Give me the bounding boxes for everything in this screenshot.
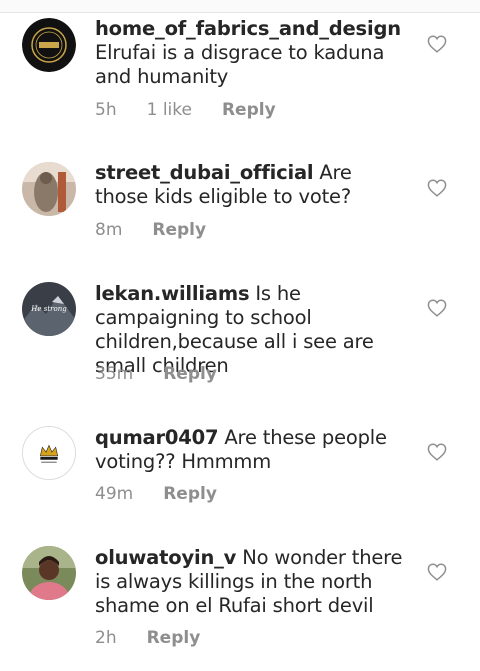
- comment-meta: 2h Reply: [95, 628, 230, 648]
- comment-time: 5h: [95, 100, 117, 120]
- reply-button[interactable]: Reply: [222, 100, 276, 120]
- comment-text: oluwatoyin_v No wonder there is always k…: [95, 546, 410, 618]
- comment-meta: 49m Reply: [95, 484, 247, 504]
- heart-icon[interactable]: [427, 179, 447, 197]
- reply-button[interactable]: Reply: [147, 628, 201, 648]
- comment-meta: 5h 1 like Reply: [95, 100, 306, 120]
- comment-username[interactable]: home_of_fabrics_and_design: [95, 17, 401, 40]
- comment-meta: 8m Reply: [95, 220, 236, 240]
- comment-time: 35m: [95, 364, 134, 384]
- avatar-overlay-text: He strong: [30, 305, 67, 313]
- comment-body: Elrufai is a disgrace to kaduna and huma…: [95, 41, 385, 88]
- comment-username[interactable]: qumar0407: [95, 426, 219, 449]
- comment-username[interactable]: oluwatoyin_v: [95, 546, 236, 569]
- avatar[interactable]: [22, 162, 76, 216]
- mountain-photo-avatar-icon: He strong: [22, 282, 76, 336]
- photo-avatar-icon: [22, 162, 76, 216]
- comment-username[interactable]: lekan.williams: [95, 282, 250, 305]
- comment-text: home_of_fabrics_and_design Elrufai is a …: [95, 17, 410, 89]
- reply-button[interactable]: Reply: [152, 220, 206, 240]
- top-bar: [0, 0, 480, 13]
- comment-time: 2h: [95, 628, 117, 648]
- comment-time: 49m: [95, 484, 134, 504]
- avatar[interactable]: [22, 426, 76, 480]
- person-photo-avatar-icon: [22, 546, 76, 600]
- avatar[interactable]: He strong: [22, 282, 76, 336]
- comment-text: qumar0407 Are these people voting?? Hmmm…: [95, 426, 410, 474]
- comment-meta: 35m Reply: [95, 364, 247, 384]
- heart-icon[interactable]: [427, 563, 447, 581]
- heart-icon[interactable]: [427, 443, 447, 461]
- avatar[interactable]: [22, 546, 76, 600]
- avatar[interactable]: [22, 18, 76, 72]
- comment-time: 8m: [95, 220, 123, 240]
- crown-logo-avatar-icon: [23, 427, 75, 479]
- comment-likes[interactable]: 1 like: [147, 100, 192, 120]
- heart-icon[interactable]: [427, 35, 447, 53]
- reply-button[interactable]: Reply: [163, 484, 217, 504]
- heart-icon[interactable]: [427, 299, 447, 317]
- comment-username[interactable]: street_dubai_official: [95, 161, 314, 184]
- reply-button[interactable]: Reply: [163, 364, 217, 384]
- comment-text: street_dubai_official Are those kids eli…: [95, 161, 410, 209]
- black-gold-logo-avatar-icon: [22, 18, 76, 72]
